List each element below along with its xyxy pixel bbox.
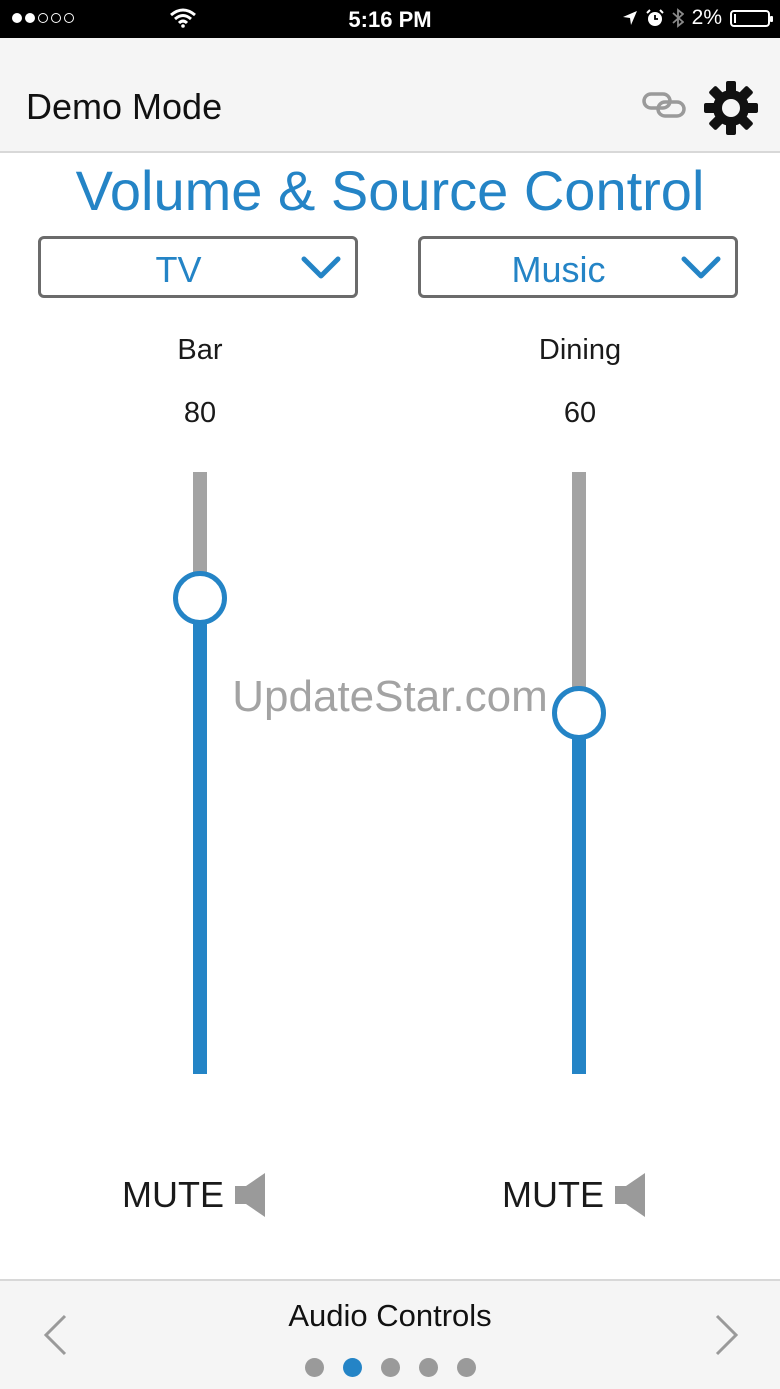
zone-volume-dining: 60 [563, 397, 597, 429]
volume-slider-dining[interactable] [552, 472, 606, 1074]
page-footer: Audio Controls [0, 1279, 780, 1389]
mute-button-dining[interactable]: MUTE [502, 1172, 646, 1218]
gear-icon[interactable] [703, 80, 759, 136]
footer-title: Audio Controls [288, 1298, 492, 1333]
volume-slider-thumb[interactable] [173, 571, 227, 625]
mute-label: MUTE [122, 1174, 224, 1215]
page-dot[interactable] [342, 1358, 362, 1377]
page-title: Volume & Source Control [75, 159, 705, 222]
speaker-icon [615, 1173, 645, 1217]
battery-icon [730, 9, 773, 27]
page-indicator [0, 1358, 780, 1377]
chevron-right-icon[interactable] [712, 1313, 742, 1357]
zone-name-dining: Dining [538, 334, 622, 366]
page-dot[interactable] [456, 1358, 476, 1377]
page-dot[interactable] [380, 1358, 400, 1377]
source-dropdown-label: Music [511, 249, 606, 290]
source-dropdown-bar[interactable]: TV [38, 236, 358, 298]
volume-slider-fill [572, 713, 586, 1074]
link-icon[interactable] [642, 90, 686, 120]
chevron-down-icon [681, 256, 721, 279]
app-header: Demo Mode [0, 38, 780, 153]
zone-volume-bar: 80 [183, 397, 217, 429]
source-dropdown-dining[interactable]: Music [418, 236, 738, 298]
mute-label: MUTE [502, 1174, 604, 1215]
bluetooth-icon [672, 8, 684, 28]
page-dot[interactable] [304, 1358, 324, 1377]
header-title: Demo Mode [26, 86, 223, 127]
chevron-down-icon [301, 256, 341, 279]
speaker-icon [235, 1173, 265, 1217]
watermark: UpdateStar.com [232, 672, 548, 721]
page-dot[interactable] [418, 1358, 438, 1377]
alarm-clock-icon [645, 9, 664, 26]
zone-name-bar: Bar [177, 334, 223, 366]
volume-slider-fill [193, 598, 207, 1074]
mute-button-bar[interactable]: MUTE [122, 1172, 266, 1218]
source-dropdown-label: TV [155, 249, 202, 290]
volume-slider-bar[interactable] [173, 472, 227, 1074]
status-bar: 5:16 PM 2% [0, 0, 780, 38]
battery-percent: 2% [691, 6, 722, 29]
location-arrow-icon [622, 11, 637, 25]
